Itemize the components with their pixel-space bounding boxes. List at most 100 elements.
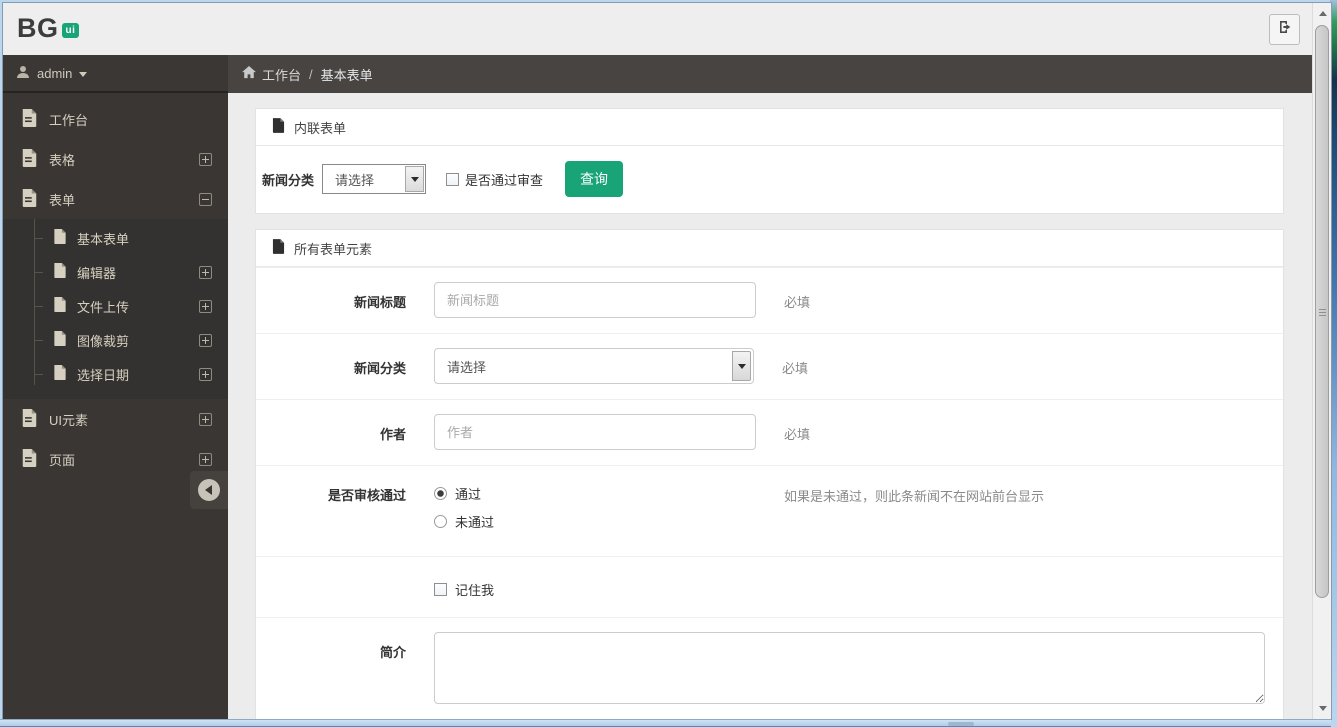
- radio-option-fail[interactable]: 未通过: [434, 512, 756, 531]
- user-name: admin: [37, 65, 73, 81]
- chevron-down-icon: [410, 176, 419, 182]
- sidebar-subitem-editor[interactable]: 编辑器: [3, 255, 228, 289]
- news-category-select-large[interactable]: 请选择: [434, 348, 754, 384]
- sidebar-subitem-image-crop[interactable]: 图像裁剪: [3, 323, 228, 357]
- window-resize-handle[interactable]: [948, 722, 974, 726]
- collapse-minus-icon[interactable]: [199, 192, 212, 206]
- remember-me-label: 记住我: [455, 583, 495, 598]
- scrollbar-up-arrow[interactable]: [1314, 5, 1331, 22]
- sidebar-menu: 工作台 表格 表单 基本表单 编辑器 文件上传 图像裁剪 选择日期 UI元素 页…: [3, 93, 228, 479]
- intro-textarea[interactable]: [434, 632, 1265, 704]
- logo-text: BG: [17, 13, 59, 43]
- file-icon: [272, 239, 294, 257]
- file-icon: [21, 148, 49, 170]
- search-button[interactable]: 查询: [565, 161, 624, 197]
- expand-plus-icon[interactable]: [199, 452, 212, 466]
- file-icon: [272, 118, 294, 136]
- all-form-elements-panel-header: 所有表单元素: [256, 230, 1283, 267]
- breadcrumb-current: 基本表单: [320, 67, 373, 83]
- select-dropdown-button[interactable]: [732, 351, 751, 381]
- select-value: 请选择: [447, 359, 487, 375]
- sidebar-item-forms[interactable]: 表单: [3, 179, 228, 219]
- review-help-text: 如果是未通过，则此条新闻不在网站前台显示: [784, 489, 1045, 504]
- file-icon: [53, 365, 77, 383]
- news-category-select[interactable]: 请选择: [322, 164, 427, 194]
- news-category-label: 新闻分类: [353, 361, 406, 376]
- sidebar-subitem-file-upload[interactable]: 文件上传: [3, 289, 228, 323]
- top-header: BG ui: [3, 3, 1312, 55]
- empty-label: [256, 573, 406, 599]
- sidebar-item-tables[interactable]: 表格: [3, 139, 228, 179]
- vertical-scrollbar[interactable]: [1312, 3, 1331, 719]
- remember-me-checkbox[interactable]: [434, 583, 447, 596]
- breadcrumb: 工作台 / 基本表单: [228, 55, 1312, 93]
- home-icon: [242, 66, 262, 82]
- form-row-intro: 简介: [256, 617, 1283, 719]
- page-body: 内联表单 新闻分类 请选择 是否通过审查 查询 所有表单元素 新闻标题 新闻标题…: [228, 93, 1312, 719]
- form-row-news-category: 新闻分类 请选择 必填: [256, 333, 1283, 399]
- sidebar-item-label: 表格: [49, 152, 76, 168]
- file-icon: [21, 448, 49, 470]
- sidebar-subitem-label: 基本表单: [77, 231, 130, 247]
- all-form-elements-panel: 所有表单元素 新闻标题 必填 新闻分类 请选择: [255, 229, 1284, 719]
- review-pass-checkbox-label: 是否通过审查: [465, 172, 544, 188]
- expand-plus-icon[interactable]: [199, 333, 212, 347]
- scrollbar-down-arrow[interactable]: [1314, 700, 1331, 717]
- sidebar-item-workbench[interactable]: 工作台: [3, 99, 228, 139]
- arrow-left-circle-icon: [198, 479, 220, 501]
- expand-plus-icon[interactable]: [199, 299, 212, 313]
- forms-submenu: 基本表单 编辑器 文件上传 图像裁剪 选择日期: [3, 219, 228, 399]
- radio-option-pass[interactable]: 通过: [434, 484, 756, 503]
- window-bottom-border: [0, 719, 1331, 727]
- main-area: admin 工作台 表格 表单 基本表单 编辑器 文件上传 图像裁剪 选择日期 …: [3, 55, 1312, 719]
- review-status-label: 是否审核通过: [327, 488, 406, 503]
- file-icon: [53, 331, 77, 349]
- pass-radio-label: 通过: [455, 487, 482, 502]
- chevron-down-icon: [79, 71, 88, 77]
- intro-label: 简介: [379, 645, 406, 660]
- file-icon: [21, 108, 49, 130]
- sidebar-subitem-label: 文件上传: [77, 299, 130, 315]
- expand-plus-icon[interactable]: [199, 265, 212, 279]
- sidebar-subitem-label: 选择日期: [77, 367, 130, 383]
- select-value: 请选择: [335, 172, 375, 188]
- file-icon: [53, 297, 77, 315]
- expand-plus-icon[interactable]: [199, 367, 212, 381]
- sidebar-subitem-date-picker[interactable]: 选择日期: [3, 357, 228, 391]
- scrollbar-thumb[interactable]: [1315, 25, 1329, 598]
- sidebar-collapse-button[interactable]: [190, 471, 228, 509]
- inline-form-panel-header: 内联表单: [256, 109, 1283, 146]
- app-window: BG ui admin 工作台 表格 表单 基本表单 编辑器 文件上传 图像裁剪…: [2, 2, 1332, 720]
- inline-form-body: 新闻分类 请选择 是否通过审查 查询: [256, 146, 1283, 213]
- required-badge: 必填: [784, 427, 811, 442]
- user-dropdown[interactable]: admin: [3, 55, 228, 93]
- file-icon: [53, 229, 77, 247]
- review-pass-checkbox[interactable]: [446, 172, 460, 186]
- fail-radio-label: 未通过: [455, 515, 495, 530]
- inline-form-panel: 内联表单 新闻分类 请选择 是否通过审查 查询: [255, 108, 1284, 214]
- remember-me-option[interactable]: 记住我: [434, 573, 494, 599]
- fail-radio[interactable]: [434, 515, 447, 528]
- triangle-up-icon: [1318, 11, 1327, 16]
- sidebar-subitem-label: 编辑器: [77, 265, 117, 281]
- app-logo: BG ui: [17, 13, 80, 44]
- sidebar-item-ui-elements[interactable]: UI元素: [3, 399, 228, 439]
- sidebar-item-label: 表单: [49, 192, 76, 208]
- news-title-input[interactable]: [434, 282, 756, 318]
- logo-ui-badge: ui: [61, 23, 80, 38]
- pass-radio[interactable]: [434, 487, 447, 500]
- expand-plus-icon[interactable]: [199, 152, 212, 166]
- author-input[interactable]: [434, 414, 756, 450]
- expand-plus-icon[interactable]: [199, 412, 212, 426]
- form-row-author: 作者 必填: [256, 399, 1283, 465]
- desktop-background-sliver: [1330, 0, 1337, 727]
- select-dropdown-button[interactable]: [405, 166, 425, 192]
- scrollbar-grip-icon: [1319, 309, 1326, 316]
- required-badge: 必填: [784, 295, 811, 310]
- sidebar-subitem-basic-form[interactable]: 基本表单: [3, 221, 228, 255]
- breadcrumb-home[interactable]: 工作台: [262, 65, 301, 84]
- author-label: 作者: [379, 427, 406, 442]
- logout-button[interactable]: [1269, 14, 1300, 45]
- form-row-news-title: 新闻标题 必填: [256, 267, 1283, 333]
- form-row-remember-me: 记住我: [256, 556, 1283, 617]
